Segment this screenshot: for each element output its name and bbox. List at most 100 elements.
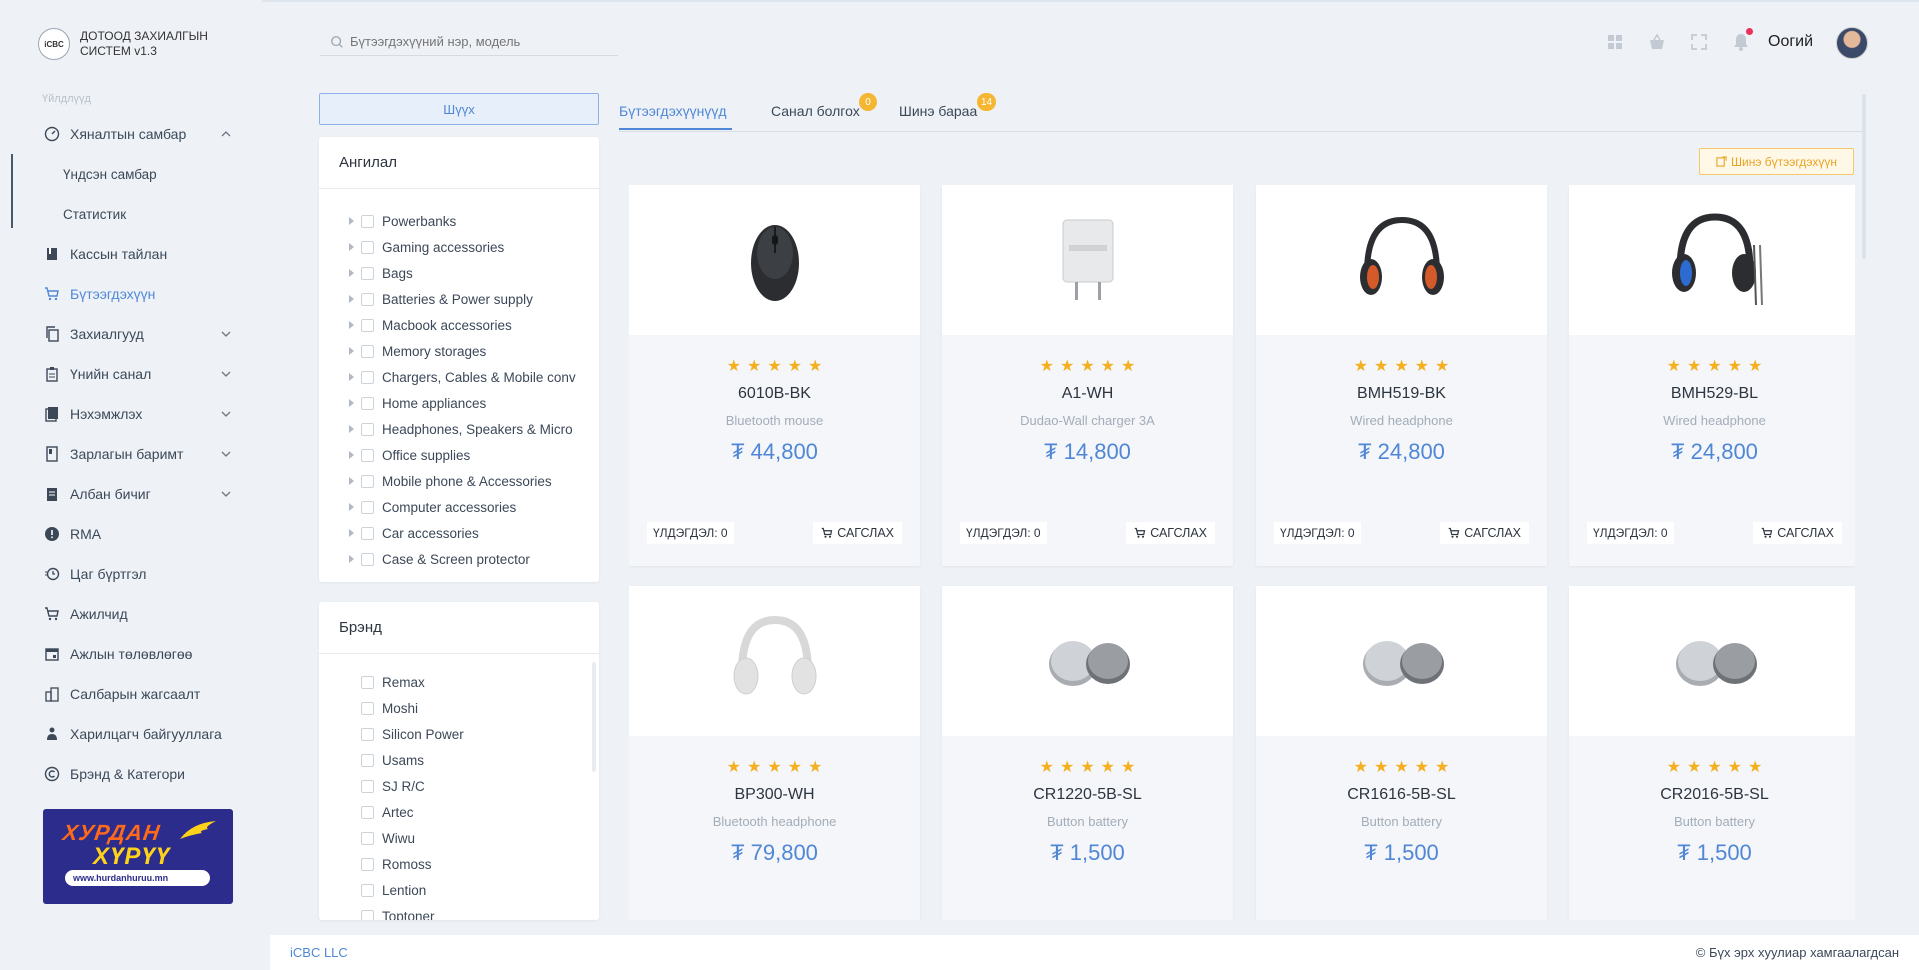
brand-checkbox[interactable] [361, 909, 374, 920]
product-card[interactable]: ★★★★★ 6010B-BK Bluetooth mouse ₮ 44,800 ҮЛДЭ… [629, 185, 920, 566]
brand-item[interactable]: Lention [361, 877, 597, 903]
brand-item[interactable]: Artec [361, 799, 597, 825]
category-checkbox[interactable] [361, 448, 374, 462]
product-image[interactable] [629, 185, 920, 335]
brand-item[interactable]: Usams [361, 747, 597, 773]
expand-arrow-icon[interactable] [349, 399, 354, 407]
product-image[interactable] [942, 586, 1233, 736]
category-checkbox[interactable] [361, 318, 374, 332]
brand-item[interactable]: Romoss [361, 851, 597, 877]
sidebar-item[interactable]: Нэхэмжлэх [44, 394, 244, 434]
add-to-cart-button[interactable]: САГСЛАХ [1126, 522, 1215, 544]
brand-checkbox[interactable] [361, 753, 374, 767]
product-model[interactable]: 6010B-BK [629, 385, 920, 403]
product-model[interactable]: BMH519-BK [1256, 385, 1547, 403]
category-item[interactable]: Office supplies [349, 442, 585, 468]
expand-arrow-icon[interactable] [349, 425, 354, 433]
expand-arrow-icon[interactable] [349, 295, 354, 303]
category-checkbox[interactable] [361, 240, 374, 254]
category-checkbox[interactable] [361, 266, 374, 280]
category-checkbox[interactable] [361, 292, 374, 306]
category-checkbox[interactable] [361, 474, 374, 488]
brand-item[interactable]: SJ R/C [361, 773, 597, 799]
brand-checkbox[interactable] [361, 779, 374, 793]
brand-checkbox[interactable] [361, 675, 374, 689]
brand-checkbox[interactable] [361, 805, 374, 819]
footer-company[interactable]: iCBC LLC [290, 945, 348, 960]
category-item[interactable]: Headphones, Speakers & Micro [349, 416, 585, 442]
category-checkbox[interactable] [361, 370, 374, 384]
apps-icon[interactable] [1605, 32, 1625, 52]
expand-arrow-icon[interactable] [349, 555, 354, 563]
product-image[interactable] [1569, 586, 1855, 736]
promo-banner[interactable]: ХУРДАН ХҮРҮҮ www.hurdanhuruu.mn [43, 809, 233, 904]
new-product-button[interactable]: Шинэ бүтээгдэхүүн [1699, 148, 1854, 175]
avatar[interactable] [1836, 27, 1868, 59]
category-item[interactable]: Bags [349, 260, 585, 286]
product-card[interactable]: ★★★★★CR1220-5B-SLButton battery₮ 1,500ҮЛ… [942, 586, 1233, 920]
brand-item[interactable]: Moshi [361, 695, 597, 721]
expand-arrow-icon[interactable] [349, 451, 354, 459]
sidebar-item[interactable]: Салбарын жагсаалт [44, 674, 244, 714]
product-model[interactable]: A1-WH [942, 385, 1233, 403]
category-checkbox[interactable] [361, 422, 374, 436]
tab-recommended[interactable]: Санал болгох 0 [771, 93, 877, 119]
page-scrollbar[interactable] [1862, 94, 1866, 259]
brand[interactable]: iCBC ДОТООД ЗАХИАЛГЫН СИСТЕМ v1.3 [38, 28, 220, 60]
category-item[interactable]: Macbook accessories [349, 312, 585, 338]
brand-scrollbar[interactable] [592, 662, 596, 772]
brand-checkbox[interactable] [361, 727, 374, 741]
category-item[interactable]: Memory storages [349, 338, 585, 364]
category-item[interactable]: Batteries & Power supply [349, 286, 585, 312]
expand-arrow-icon[interactable] [349, 503, 354, 511]
category-checkbox[interactable] [361, 526, 374, 540]
expand-arrow-icon[interactable] [349, 373, 354, 381]
sidebar-subitem[interactable]: Үндсэн самбар [44, 154, 244, 194]
filter-button[interactable]: Шүүх [319, 93, 599, 125]
tab-products[interactable]: Бүтээгдэхүүнүүд [619, 103, 727, 119]
brand-item[interactable]: Silicon Power [361, 721, 597, 747]
category-item[interactable]: Case & Screen protector [349, 546, 585, 572]
basket-icon[interactable] [1647, 32, 1667, 52]
category-item[interactable]: Powerbanks [349, 208, 585, 234]
brand-item[interactable]: Remax [361, 669, 597, 695]
product-model[interactable]: BP300-WH [629, 786, 920, 804]
product-image[interactable] [1256, 185, 1547, 335]
expand-arrow-icon[interactable] [349, 477, 354, 485]
product-card[interactable]: ★★★★★CR1616-5B-SLButton battery₮ 1,500ҮЛ… [1256, 586, 1547, 920]
search-bar[interactable] [320, 28, 618, 56]
sidebar-item[interactable]: Ажлын төлөвлөгөө [44, 634, 244, 674]
product-card[interactable]: ★★★★★ BMH519-BK Wired headphone ₮ 24,800 ҮЛД… [1256, 185, 1547, 566]
brand-checkbox[interactable] [361, 883, 374, 897]
sidebar-item[interactable]: Зарлагын баримт [44, 434, 244, 474]
expand-arrow-icon[interactable] [349, 529, 354, 537]
brand-item[interactable]: Toptoner [361, 903, 597, 920]
product-image[interactable] [1569, 185, 1855, 335]
product-card[interactable]: ★★★★★ BMH529-BL Wired headphone ₮ 24,800 ҮЛД… [1569, 185, 1855, 566]
category-item[interactable]: Chargers, Cables & Mobile conv [349, 364, 585, 390]
expand-arrow-icon[interactable] [349, 321, 354, 329]
fullscreen-icon[interactable] [1689, 32, 1709, 52]
category-item[interactable]: Car accessories [349, 520, 585, 546]
sidebar-item[interactable]: RMA [44, 514, 244, 554]
category-item[interactable]: Computer accessories [349, 494, 585, 520]
sidebar-item[interactable]: Бүтээгдэхүүн [44, 274, 244, 314]
sidebar-item[interactable]: Үнийн санал [44, 354, 244, 394]
expand-arrow-icon[interactable] [349, 347, 354, 355]
expand-arrow-icon[interactable] [349, 269, 354, 277]
username[interactable]: Оогий [1768, 33, 1813, 51]
sidebar-subitem[interactable]: Статистик [44, 194, 244, 234]
category-item[interactable]: Mobile phone & Accessories [349, 468, 585, 494]
product-image[interactable] [629, 586, 920, 736]
sidebar-item[interactable]: Хянaлтын самбар [44, 114, 244, 154]
add-to-cart-button[interactable]: САГСЛАХ [1440, 522, 1529, 544]
tab-new-items[interactable]: Шинэ бараа 14 [899, 93, 997, 119]
sidebar-item[interactable]: Харилцагч байгууллага [44, 714, 244, 754]
product-card[interactable]: ★★★★★CR2016-5B-SLButton battery₮ 1,500ҮЛ… [1569, 586, 1855, 920]
sidebar-item[interactable]: Цаг бүртгэл [44, 554, 244, 594]
add-to-cart-button[interactable]: САГСЛАХ [813, 522, 902, 544]
product-image[interactable] [942, 185, 1233, 335]
sidebar-item[interactable]: Албан бичиг [44, 474, 244, 514]
category-checkbox[interactable] [361, 500, 374, 514]
category-checkbox[interactable] [361, 396, 374, 410]
